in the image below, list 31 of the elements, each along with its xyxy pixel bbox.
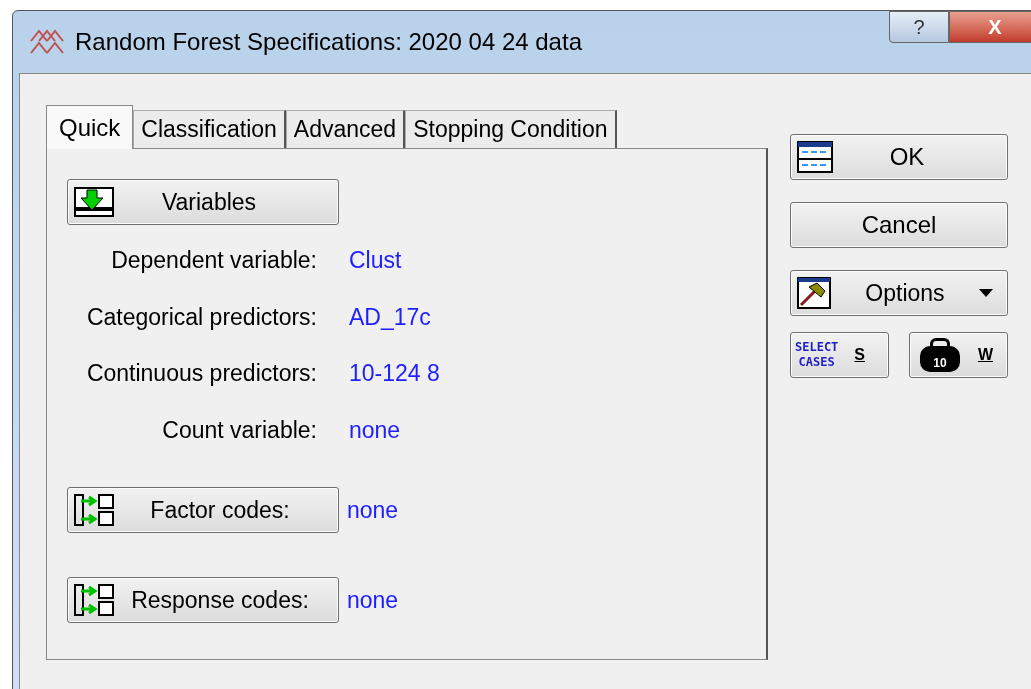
codes-button[interactable]: Response codes: <box>67 577 339 623</box>
arrows-grid-icon <box>73 583 117 617</box>
tab[interactable]: Quick <box>46 105 134 149</box>
field-value: Clust <box>349 246 403 275</box>
weight-button[interactable]: 10 W <box>908 332 1008 378</box>
table-icon <box>797 141 833 173</box>
tab[interactable]: Classification <box>133 110 286 148</box>
tab[interactable]: Stopping Condition <box>405 110 617 148</box>
codes-value: none <box>347 585 399 615</box>
field-label: Dependent variable: <box>110 246 317 275</box>
help-button[interactable]: ? <box>889 11 949 43</box>
ok-button[interactable]: OK <box>790 134 1008 180</box>
variables-button[interactable]: Variables <box>67 179 339 225</box>
hammer-icon <box>797 277 831 309</box>
arrows-grid-icon <box>73 493 117 527</box>
download-arrow-icon <box>73 186 115 218</box>
field-label: Count variable: <box>161 415 317 445</box>
window-title: Random Forest Specifications: 2020 04 24 data <box>75 27 582 57</box>
field-label: Continuous predictors: <box>85 359 317 388</box>
field-value: none <box>349 415 402 445</box>
options-button[interactable]: Options <box>790 270 1008 316</box>
select-cases-button[interactable]: SELECT CASES S <box>790 332 889 378</box>
select-cases-icon: SELECT CASES <box>795 340 839 370</box>
field-value: 10-124 8 <box>349 359 441 388</box>
codes-value: none <box>347 495 399 525</box>
field-label: Categorical predictors: <box>85 302 317 332</box>
codes-button[interactable]: Factor codes: <box>67 487 339 533</box>
dropdown-caret-icon <box>979 289 993 297</box>
cancel-button[interactable]: Cancel <box>790 202 1008 248</box>
field-value: AD_17c <box>349 302 432 332</box>
tab[interactable]: Advanced <box>285 110 406 148</box>
